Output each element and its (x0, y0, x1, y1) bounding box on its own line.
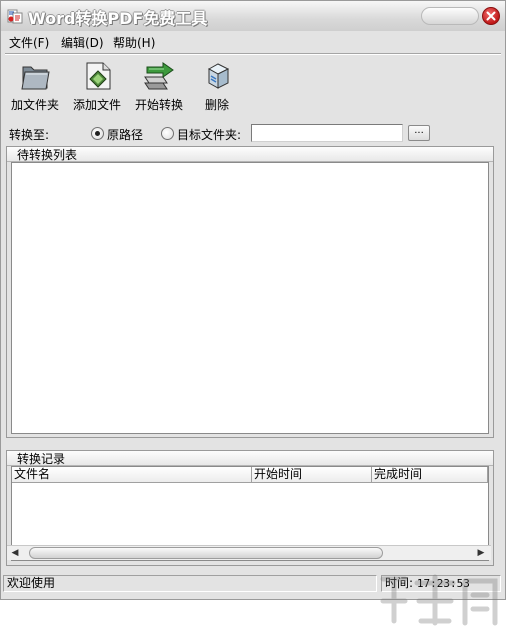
convert-icon (143, 59, 177, 93)
close-button[interactable] (482, 7, 500, 25)
title-bar[interactable]: Word转换PDF免费工具 (1, 1, 505, 31)
main-window: Word转换PDF免费工具 文件(F) 编辑(D) 帮助(H) 加文件夹 添加文… (0, 0, 506, 600)
column-header-start-time[interactable]: 开始时间 (252, 467, 372, 483)
radio-target-folder[interactable] (161, 127, 174, 140)
watermark-logo (380, 574, 498, 626)
menu-help[interactable]: 帮助(H) (113, 34, 155, 51)
horizontal-scrollbar[interactable]: ◀ ▶ (7, 545, 491, 560)
radio-original-path-label[interactable]: 原路径 (107, 126, 143, 143)
target-folder-input[interactable] (251, 124, 403, 142)
menu-edit[interactable]: 编辑(D) (61, 34, 104, 51)
pending-list[interactable] (11, 162, 489, 434)
add-file-button[interactable]: 添加文件 (67, 59, 127, 115)
add-folder-button[interactable]: 加文件夹 (5, 59, 65, 115)
title-decoration (421, 7, 479, 25)
column-header-finish-time[interactable]: 完成时间 (372, 467, 488, 483)
records-header: 转换记录 (7, 451, 493, 466)
delete-button[interactable]: 删除 (187, 59, 247, 115)
menu-file[interactable]: 文件(F) (9, 34, 49, 51)
delete-label: 删除 (204, 98, 229, 112)
browse-button[interactable]: ... (408, 125, 430, 141)
folder-icon (19, 59, 53, 93)
menu-divider (5, 53, 501, 55)
app-icon (7, 8, 23, 24)
records-title: 转换记录 (17, 452, 66, 466)
scroll-left-icon[interactable]: ◀ (10, 548, 20, 558)
scroll-right-icon[interactable]: ▶ (476, 548, 486, 558)
scrollbar-thumb[interactable] (29, 547, 383, 559)
delete-icon (201, 59, 235, 93)
pending-list-header: 待转换列表 (7, 147, 493, 162)
pending-list-title: 待转换列表 (17, 148, 78, 162)
close-icon (486, 11, 496, 21)
window-title: Word转换PDF免费工具 (28, 9, 208, 28)
radio-selected-dot (95, 131, 100, 136)
status-message: 欢迎使用 (3, 575, 377, 592)
menu-bar: 文件(F) 编辑(D) 帮助(H) (1, 32, 505, 52)
radio-original-path[interactable] (91, 127, 104, 140)
add-file-icon (81, 59, 115, 93)
column-header-filename[interactable]: 文件名 (12, 467, 252, 483)
start-convert-button[interactable]: 开始转换 (129, 59, 189, 115)
pending-list-group: 待转换列表 (6, 146, 494, 438)
radio-target-folder-label[interactable]: 目标文件夹: (177, 126, 241, 143)
convert-to-label: 转换至: (9, 128, 50, 142)
